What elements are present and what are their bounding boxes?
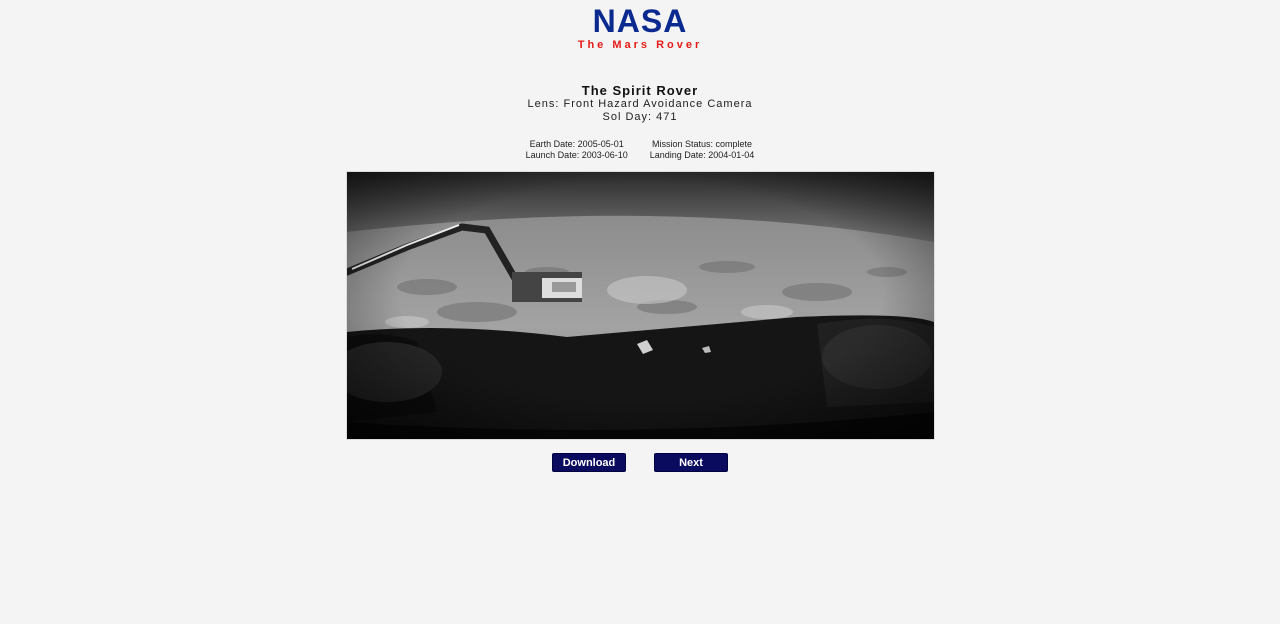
launch-date: Launch Date: 2003-06-10: [525, 150, 628, 160]
rover-info: The Spirit Rover Lens: Front Hazard Avoi…: [0, 83, 1280, 124]
rover-photo-image: [346, 172, 934, 439]
nasa-logo: NASA: [592, 3, 688, 39]
action-bar: Download Next: [0, 453, 1280, 472]
camera-lens: Lens: Front Hazard Avoidance Camera: [527, 98, 753, 110]
rover-photo: [345, 171, 935, 440]
mission-details: Earth Date: 2005-05-01 Launch Date: 2003…: [0, 139, 1280, 161]
landing-date: Landing Date: 2004-01-04: [649, 150, 755, 160]
rover-name: The Spirit Rover: [581, 83, 699, 98]
next-button[interactable]: Next: [654, 453, 728, 472]
site-subtitle: The Mars Rover: [577, 39, 703, 51]
sol-day: Sol Day: 471: [602, 111, 678, 123]
dates-column: Earth Date: 2005-05-01 Launch Date: 2003…: [526, 139, 628, 161]
mission-status: Mission Status: complete: [652, 139, 753, 149]
header: NASA The Mars Rover: [0, 0, 1280, 51]
earth-date: Earth Date: 2005-05-01: [529, 139, 624, 149]
status-column: Mission Status: complete Landing Date: 2…: [650, 139, 755, 161]
download-button[interactable]: Download: [552, 453, 626, 472]
